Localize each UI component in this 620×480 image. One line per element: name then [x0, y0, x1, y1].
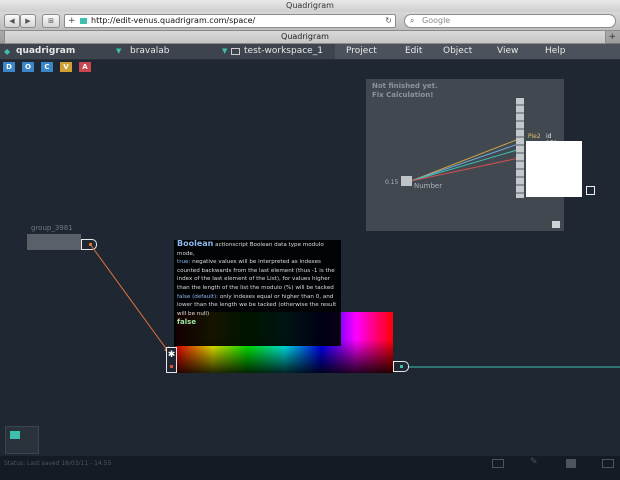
menu-object[interactable]: Object [443, 44, 472, 59]
forward-arrow-icon: ▶ [25, 17, 31, 25]
back-arrow-icon: ◀ [9, 17, 15, 25]
app-logo: quadrigram [16, 46, 76, 56]
port-dot [400, 365, 403, 368]
tooltip-true-key: true: [177, 259, 191, 266]
pencil-icon[interactable]: ✎ [530, 457, 538, 467]
menu-bar: Project Edit Object View Help [335, 44, 620, 59]
url-text: http://edit-venus.quadrigram.com/space/ [91, 16, 256, 25]
tab-grid-icon: ⊞ [48, 17, 54, 25]
favicon-icon [80, 18, 87, 24]
workspace-dropdown-icon[interactable]: ▼ [222, 44, 227, 59]
reload-icon[interactable]: ↻ [385, 15, 392, 27]
settings-gear-icon[interactable]: ✱ [166, 350, 177, 361]
search-icon: ⌕ [410, 16, 415, 25]
minimap[interactable] [5, 426, 39, 454]
minimap-viewport[interactable] [10, 431, 20, 439]
tab-strip: Quadrigram + [0, 31, 620, 44]
window-title-bar: Quadrigram [0, 0, 620, 12]
new-tab-button[interactable]: + [608, 31, 616, 43]
forward-button[interactable]: ▶ [20, 14, 36, 28]
tab-overview-button[interactable]: ⊞ [42, 14, 60, 28]
film-icon[interactable] [492, 459, 504, 468]
boolean-tooltip: Boolean actionscript Boolean data type m… [174, 239, 341, 346]
browser-toolbar: ◀ ▶ ⊞ + http://edit-venus.quadrigram.com… [0, 12, 620, 31]
search-field[interactable]: ⌕ Google [404, 14, 616, 28]
user-dropdown-icon[interactable]: ▼ [116, 44, 121, 59]
window-icon[interactable] [566, 459, 576, 468]
workspace-user[interactable]: bravalab [130, 44, 170, 59]
menu-project[interactable]: Project [346, 44, 377, 59]
back-button[interactable]: ◀ [4, 14, 20, 28]
port-dot [170, 365, 173, 368]
menu-edit[interactable]: Edit [405, 44, 422, 59]
link-line [89, 243, 171, 355]
tooltip-false-key: false (default): [177, 293, 219, 300]
tooltip-true-text: negative values will be interpreted as i… [177, 259, 335, 291]
tooltip-value: false [177, 318, 197, 327]
search-placeholder: Google [422, 16, 451, 25]
logo-icon: ◆ [4, 47, 11, 56]
address-bar[interactable]: + http://edit-venus.quadrigram.com/space… [64, 14, 396, 28]
plus-icon[interactable]: + [68, 15, 76, 27]
status-text: Status: Last saved 18/03/11 - 14:55 [4, 460, 112, 467]
workspace-icon [231, 48, 240, 55]
tooltip-title: Boolean [177, 239, 214, 248]
menu-help[interactable]: Help [545, 44, 566, 59]
menu-view[interactable]: View [497, 44, 518, 59]
tab-title: Quadrigram [281, 32, 329, 41]
chat-icon[interactable] [602, 459, 614, 468]
app-header: ◆ quadrigram ▼ bravalab ▼ test-workspace… [0, 44, 620, 60]
status-bar: Status: Last saved 18/03/11 - 14:55 ✎ [0, 456, 620, 480]
window-title: Quadrigram [286, 1, 334, 10]
tab-quadrigram[interactable]: Quadrigram [4, 31, 606, 44]
workspace-name[interactable]: test-workspace_1 [244, 44, 323, 59]
